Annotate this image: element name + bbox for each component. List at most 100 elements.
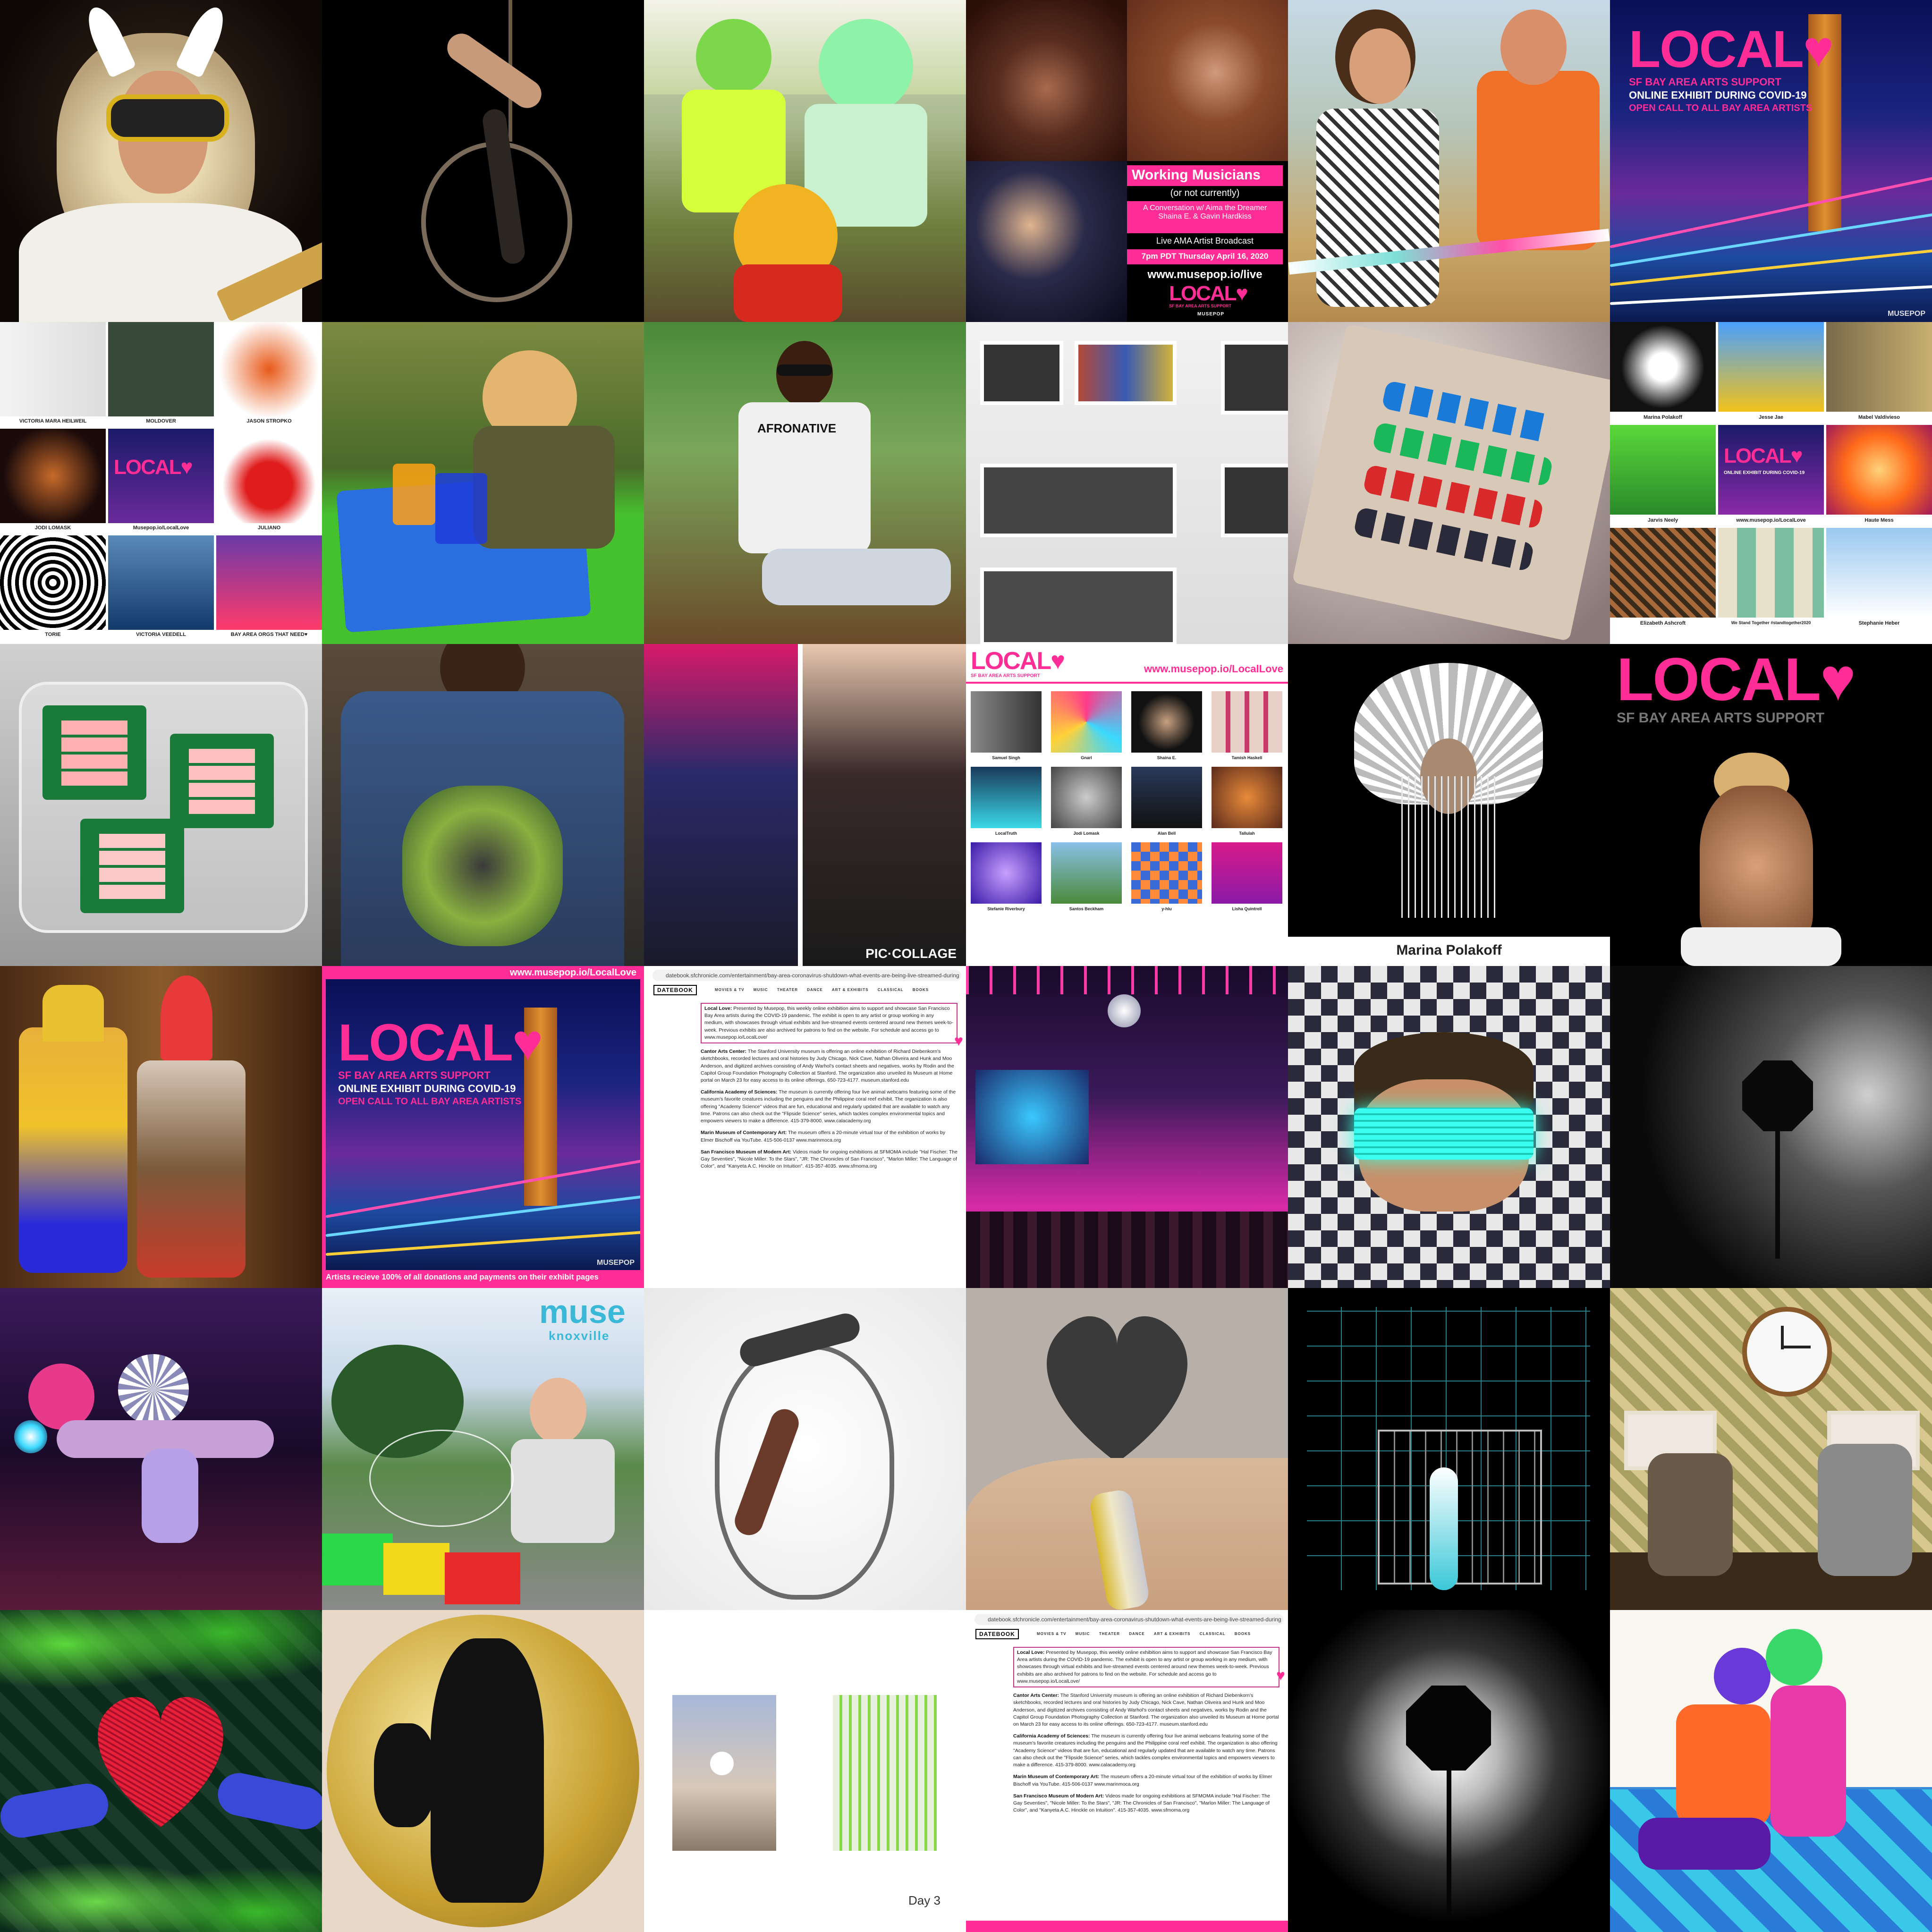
tile-datebook-article-2[interactable]: datebook.sfchronicle.com/entertainment/b…	[966, 1610, 1288, 1932]
tile-white-building[interactable]	[966, 322, 1288, 644]
para-marin-moca: Marin Museum of Contemporary Art: The mu…	[1013, 1774, 1272, 1787]
datebook-logo[interactable]: DATEBOOK	[975, 1629, 1019, 1639]
tile-local-cello-back[interactable]: LOCAL♥ SF BAY AREA ARTS SUPPORT	[1610, 644, 1932, 966]
button-grid-2	[189, 748, 255, 814]
address-bar[interactable]: datebook.sfchronicle.com/entertainment/b…	[652, 970, 961, 981]
dandelion-head	[710, 1752, 734, 1775]
poster-title: Working Musicians	[1132, 167, 1261, 183]
tile-local-love-golden-gate[interactable]: LOCAL♥ SF BAY AREA ARTS SUPPORT ONLINE E…	[1610, 0, 1932, 322]
hand-right	[214, 1769, 322, 1833]
section-tabs: MOVIES & TV MUSIC THEATER DANCE ART & EX…	[715, 988, 936, 992]
tile-pic-collage[interactable]: PIC·COLLAGE	[644, 644, 966, 966]
caption-2: Mabel Valdivieso	[1858, 415, 1900, 420]
jar-orange	[393, 464, 435, 525]
tile-working-musicians-poster[interactable]: Working Musicians (or not currently) A C…	[966, 0, 1288, 322]
logo-sub-3: OPEN CALL TO ALL BAY AREA ARTISTS	[338, 1096, 522, 1107]
tab-classical[interactable]: CLASSICAL	[1200, 1632, 1226, 1636]
tile-nightclub-dance-floor[interactable]	[966, 966, 1288, 1288]
tile-painted-jacket[interactable]	[322, 644, 644, 966]
caption-4: www.musepop.io/LocalLove	[1736, 517, 1806, 523]
tile-local-love-website[interactable]: LOCAL♥ SF BAY AREA ARTS SUPPORT www.muse…	[966, 644, 1288, 966]
tile-heart-blue-hands[interactable]	[0, 1610, 322, 1932]
tile-green-costume-festival[interactable]	[644, 0, 966, 322]
tab-dance[interactable]: DANCE	[807, 988, 822, 992]
tile-neon-grid-dancer[interactable]	[1288, 1288, 1610, 1610]
logo-sub-1: SF BAY AREA ARTS SUPPORT	[338, 1069, 491, 1081]
tile-costume-hallway[interactable]	[0, 966, 322, 1288]
tile-aerial-hoop-white[interactable]	[644, 1288, 966, 1610]
thumb-8	[971, 842, 1042, 904]
tab-books[interactable]: BOOKS	[1235, 1632, 1251, 1636]
stage-screen	[975, 1070, 1089, 1164]
tile-stop-sign-fog[interactable]	[1610, 966, 1932, 1288]
caption: Marina Polakoff	[1396, 942, 1502, 958]
tab-art[interactable]: ART & EXHIBITS	[1154, 1632, 1191, 1636]
tab-dance[interactable]: DANCE	[1129, 1632, 1144, 1636]
tile-clock-animal-heads[interactable]	[1610, 1288, 1932, 1610]
mini-two-people	[1826, 322, 1932, 412]
tab-classical[interactable]: CLASSICAL	[878, 988, 904, 992]
tab-books[interactable]: BOOKS	[913, 988, 929, 992]
tab-theater[interactable]: THEATER	[777, 988, 798, 992]
person-1-crown	[42, 985, 104, 1042]
caption-10: y-hlu	[1161, 907, 1172, 911]
datebook-logo[interactable]: DATEBOOK	[653, 985, 697, 995]
tile-local-love-open-call[interactable]: www.musepop.io/LocalLove LOCAL♥ SF BAY A…	[322, 966, 644, 1288]
local-logo: LOCAL♥	[1629, 20, 1834, 78]
thumb-2	[1131, 691, 1202, 753]
artwork: LOCAL♥ SF BAY AREA ARTS SUPPORT ONLINE E…	[326, 979, 640, 1270]
tile-datebook-article-1[interactable]: datebook.sfchronicle.com/entertainment/b…	[644, 966, 966, 1288]
tile-gold-plate-catwoman[interactable]	[322, 1610, 644, 1932]
tile-afronative-shirt[interactable]: AFRONATIVE	[644, 322, 966, 644]
woman-dress	[1316, 109, 1439, 307]
website-url[interactable]: www.musepop.io/LocalLove	[1144, 663, 1283, 675]
window-low	[980, 568, 1177, 644]
caption-8: BAY AREA ORGS THAT NEED♥	[230, 632, 308, 637]
heart-icon: ♥	[954, 1032, 963, 1049]
pink-hair	[28, 1364, 94, 1430]
window-mid	[980, 464, 1177, 537]
tile-aerial-disco-performer[interactable]	[0, 1288, 322, 1610]
tab-theater[interactable]: THEATER	[1099, 1632, 1120, 1636]
man-face	[1500, 9, 1567, 85]
tab-movies[interactable]: MOVIES & TV	[715, 988, 745, 992]
poster-subtitle: (or not currently)	[1170, 188, 1240, 198]
poster-url[interactable]: www.musepop.io/live	[1127, 268, 1283, 281]
tab-movies[interactable]: MOVIES & TV	[1037, 1632, 1067, 1636]
thumb-0	[971, 691, 1042, 753]
boy-shirt	[511, 1439, 615, 1543]
clock	[1742, 1307, 1832, 1397]
tile-day-3-photos[interactable]: Day 3	[644, 1610, 966, 1932]
tile-toddler-water-play[interactable]	[322, 322, 644, 644]
tile-feather-headdress[interactable]: Marina Polakoff	[1288, 644, 1610, 966]
tile-artist-collage-2[interactable]: Marina Polakoff Jesse Jae Mabel Valdivie…	[1610, 322, 1932, 644]
logo-sub-3: OPEN CALL TO ALL BAY AREA ARTISTS	[1629, 103, 1813, 113]
tile-stop-sign-halo[interactable]	[1288, 1610, 1610, 1932]
top-url[interactable]: www.musepop.io/LocalLove	[510, 967, 636, 978]
tab-music[interactable]: MUSIC	[1076, 1632, 1090, 1636]
tile-gem-card[interactable]	[1288, 322, 1610, 644]
green-glasses	[1354, 1108, 1534, 1160]
tile-figure-green-glasses[interactable]	[1288, 966, 1610, 1288]
legs	[762, 549, 951, 605]
tile-winged-helmet-guitarist[interactable]	[0, 0, 322, 322]
tile-muse-knoxville-bubbles[interactable]: muse knoxville	[322, 1288, 644, 1610]
local-logo-sub: SF BAY AREA ARTS SUPPORT	[1617, 710, 1825, 726]
tab-music[interactable]: MUSIC	[754, 988, 768, 992]
tile-artist-collage-1[interactable]: VICTORIA MARA HEILWEIL MOLDOVER JASON ST…	[0, 322, 322, 644]
title-bar: Working Musicians	[1127, 165, 1283, 186]
footer-text: Artists recieve 100% of all donations an…	[326, 1273, 599, 1281]
tab-art[interactable]: ART & EXHIBITS	[832, 988, 869, 992]
man-orange-shirt	[1477, 71, 1600, 250]
woman-back	[1700, 786, 1813, 946]
tile-aerial-hoop-dancer[interactable]	[322, 0, 644, 322]
local-logo-sub: ONLINE EXHIBIT DURING COVID-19	[1724, 470, 1805, 475]
person-2-hair	[819, 19, 913, 113]
tile-woman-at-fair[interactable]	[1288, 0, 1610, 322]
address-bar[interactable]: datebook.sfchronicle.com/entertainment/b…	[974, 1614, 1283, 1625]
tile-colorful-couple[interactable]	[1610, 1610, 1932, 1932]
shirt-text: AFRONATIVE	[757, 421, 837, 435]
tile-heart-sweater-bracelet[interactable]	[966, 1288, 1288, 1610]
poster-line-1: A Conversation w/ Aima the Dreamer	[1143, 204, 1267, 212]
tile-hexagon-circuit[interactable]	[0, 644, 322, 966]
